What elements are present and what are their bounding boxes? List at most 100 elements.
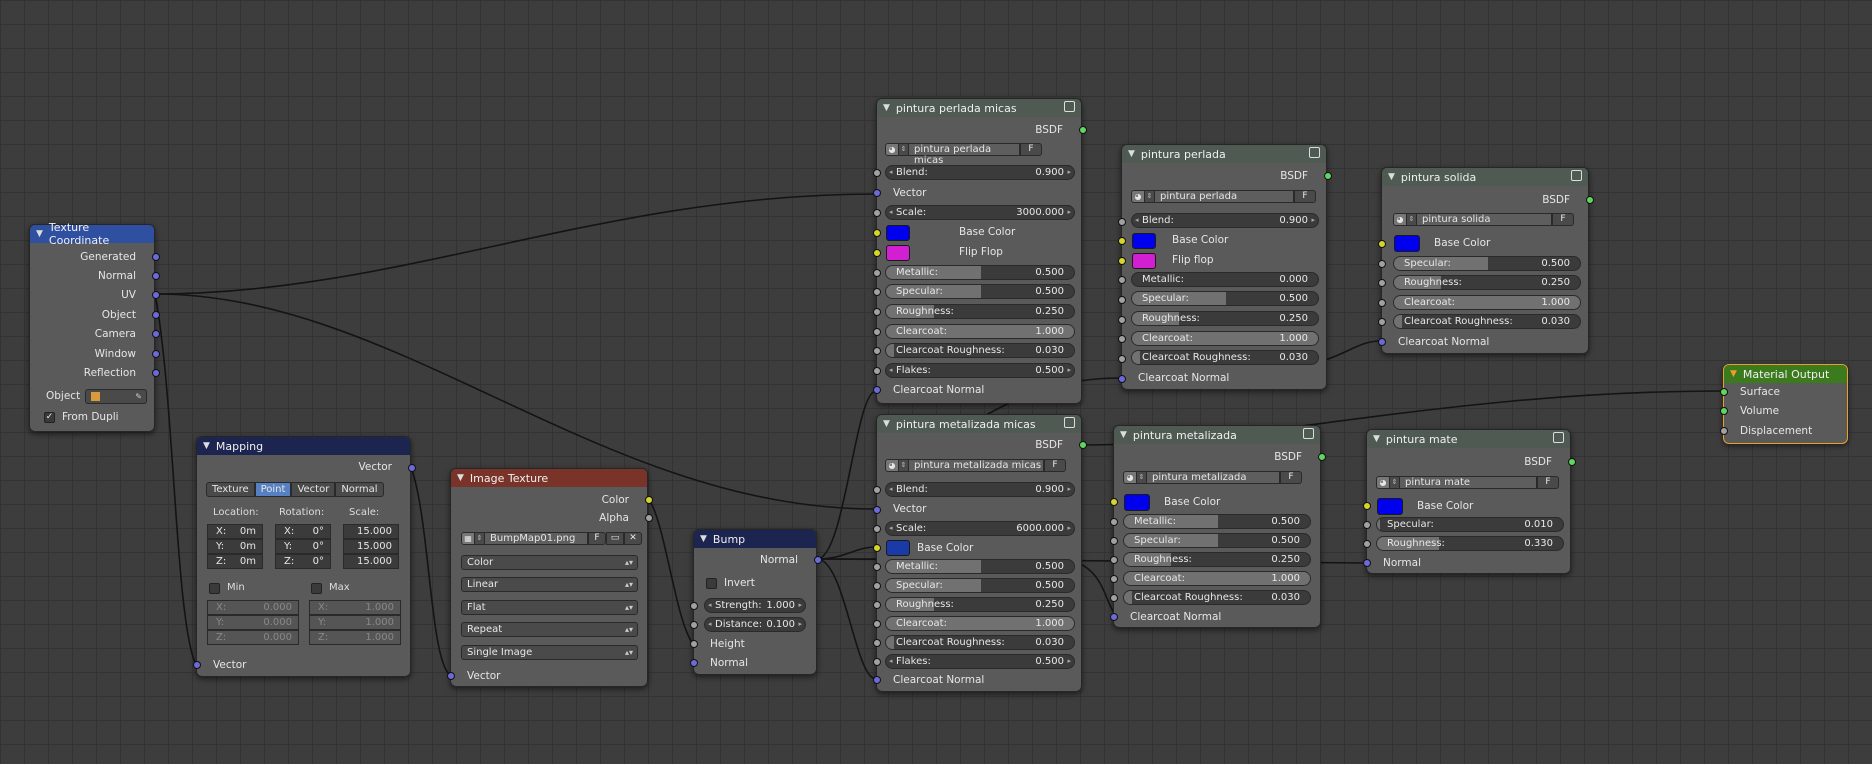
clearcoat-slider[interactable]: Clearcoat: 1.000 (1131, 331, 1319, 346)
browse-arrows-icon[interactable]: ⇕ (899, 143, 908, 156)
group-name[interactable]: pintura perlada micas (908, 143, 1020, 166)
socket-strength[interactable] (690, 602, 698, 610)
max-z[interactable]: Z: 1.000 (309, 630, 401, 645)
group-name[interactable]: pintura solida (1416, 213, 1552, 226)
socket-roughness[interactable] (873, 308, 881, 316)
fake-user-button[interactable]: F (1552, 213, 1574, 226)
socket-metallic[interactable] (873, 269, 881, 277)
node-tree-icon[interactable]: ◕ (885, 459, 899, 472)
node-header[interactable]: ▼ Texture Coordinate (30, 221, 154, 247)
collapse-icon[interactable]: ▼ (36, 229, 43, 239)
browse-arrows-icon[interactable]: ⇕ (899, 459, 908, 472)
socket-clearcoat-roughness[interactable] (873, 347, 881, 355)
socket-clearcoat-roughness[interactable] (1110, 594, 1118, 602)
flakes-slider[interactable]: ◂ Flakes: 0.500 ▸ (885, 654, 1075, 669)
group-selector[interactable]: ◕ ⇕ pintura mate F (1376, 476, 1559, 491)
fake-user-button[interactable]: F (1294, 190, 1316, 203)
source-select[interactable]: Single Image ▴▾ (461, 645, 638, 660)
node-pintura-solida[interactable]: ▼ pintura solida BSDF ◕ ⇕ pintura solida F B… (1378, 167, 1594, 354)
blend-slider[interactable]: ◂ Blend: 0.900 ▸ (1131, 213, 1319, 228)
socket-blend[interactable] (1118, 218, 1126, 226)
socket-bsdf[interactable] (1324, 172, 1332, 180)
socket-distance[interactable] (690, 621, 698, 629)
image-icon[interactable]: ▦ (461, 532, 475, 545)
socket-roughness[interactable] (1378, 279, 1386, 287)
socket-base-color[interactable] (1378, 240, 1386, 248)
specular-slider[interactable]: Specular: 0.500 (885, 284, 1075, 299)
socket-roughness[interactable] (873, 601, 881, 609)
clearcoat-slider[interactable]: Clearcoat: 1.000 (885, 616, 1075, 631)
base-color-swatch[interactable] (886, 540, 910, 556)
socket-metallic[interactable] (1110, 518, 1118, 526)
socket-roughness[interactable] (1110, 556, 1118, 564)
socket-flakes[interactable] (873, 658, 881, 666)
close-icon[interactable]: ✕ (624, 532, 642, 545)
min-x[interactable]: X: 0.000 (207, 600, 299, 615)
socket-displacement[interactable] (1720, 427, 1728, 435)
socket-flip-flop[interactable] (1118, 257, 1126, 265)
socket-clearcoat-normal[interactable] (873, 676, 881, 684)
image-name[interactable]: BumpMap01.png (484, 532, 588, 545)
socket-window[interactable] (152, 350, 160, 358)
socket-vector-in[interactable] (193, 661, 201, 669)
node-header[interactable]: ▼ pintura metalizada (1114, 426, 1320, 444)
group-selector[interactable]: ◕ ⇕ pintura solida F (1393, 213, 1574, 228)
socket-clearcoat-normal[interactable] (873, 386, 881, 394)
node-pintura-metalizada[interactable]: ▼ pintura metalizada BSDF ◕ ⇕ pintura metal… (1110, 425, 1326, 628)
socket-normal[interactable] (152, 272, 160, 280)
roughness-slider[interactable]: Roughness: 0.250 (885, 597, 1075, 612)
group-selector[interactable]: ◕ ⇕ pintura metalizada micas F (885, 459, 1066, 474)
metallic-slider[interactable]: Metallic: 0.500 (885, 559, 1075, 574)
node-mapping[interactable]: ▼ Mapping Vector Texture Point Vector Nor… (193, 436, 416, 677)
socket-clearcoat[interactable] (1118, 335, 1126, 343)
fake-user-button[interactable]: F (1044, 459, 1066, 472)
node-image-texture[interactable]: ▼ Image Texture Color Alpha ▦ ⇕ BumpMap01.… (447, 468, 653, 687)
node-tree-icon[interactable]: ◕ (1123, 471, 1137, 484)
socket-uv[interactable] (152, 291, 160, 299)
socket-clearcoat-roughness[interactable] (1378, 318, 1386, 326)
socket-base-color[interactable] (1363, 502, 1371, 510)
clearcoat-roughness-slider[interactable]: Clearcoat Roughness: 0.030 (1393, 314, 1581, 329)
specular-slider[interactable]: Specular: 0.500 (1131, 291, 1319, 306)
collapse-icon[interactable]: ▼ (883, 103, 890, 113)
socket-clearcoat-roughness[interactable] (873, 639, 881, 647)
clearcoat-roughness-slider[interactable]: Clearcoat Roughness: 0.030 (1123, 590, 1311, 605)
clearcoat-slider[interactable]: Clearcoat: 1.000 (885, 324, 1075, 339)
strength-slider[interactable]: ◂ Strength: 1.000 ▸ (704, 598, 806, 613)
max-checkbox[interactable] (311, 583, 322, 594)
image-selector[interactable]: ▦ ⇕ BumpMap01.png F ▭ ✕ (461, 532, 642, 547)
node-group-icon[interactable] (1303, 428, 1314, 439)
socket-normal-in[interactable] (690, 659, 698, 667)
socket-base-color[interactable] (873, 544, 881, 552)
min-y[interactable]: Y: 0.000 (207, 615, 299, 630)
clearcoat-slider[interactable]: Clearcoat: 1.000 (1123, 571, 1311, 586)
socket-clearcoat-normal[interactable] (1118, 375, 1126, 383)
collapse-icon[interactable]: ▼ (700, 534, 707, 544)
socket-specular[interactable] (873, 288, 881, 296)
tab-normal[interactable]: Normal (335, 482, 384, 497)
node-header[interactable]: ▼ Mapping (197, 437, 410, 455)
socket-volume[interactable] (1720, 407, 1728, 415)
socket-object[interactable] (152, 311, 160, 319)
clearcoat-roughness-slider[interactable]: Clearcoat Roughness: 0.030 (1131, 350, 1319, 365)
projection-select[interactable]: Flat ▴▾ (461, 600, 638, 615)
location-x[interactable]: X: 0m (207, 524, 263, 539)
node-header[interactable]: ▼ Material Output (1724, 365, 1847, 383)
blend-slider[interactable]: ◂ Blend: 0.900 ▸ (885, 165, 1075, 180)
base-color-swatch[interactable] (1124, 494, 1150, 511)
specular-slider[interactable]: Specular: 0.500 (885, 578, 1075, 593)
socket-base-color[interactable] (1110, 498, 1118, 506)
collapse-icon[interactable]: ▼ (203, 441, 210, 451)
socket-normal-out[interactable] (814, 556, 822, 564)
node-tree-icon[interactable]: ◕ (885, 143, 899, 156)
fake-user-button[interactable]: F (1020, 143, 1042, 156)
node-pintura-mate[interactable]: ▼ pintura mate BSDF ◕ ⇕ pintura mate F Base … (1363, 429, 1576, 574)
socket-specular[interactable] (1363, 521, 1371, 529)
group-name[interactable]: pintura mate (1399, 476, 1537, 489)
max-y[interactable]: Y: 1.000 (309, 615, 401, 630)
metallic-slider[interactable]: Metallic: 0.000 (1131, 272, 1319, 287)
group-name[interactable]: pintura metalizada (1146, 471, 1280, 484)
socket-specular[interactable] (1110, 537, 1118, 545)
browse-arrows-icon[interactable]: ⇕ (1390, 476, 1399, 489)
socket-height[interactable] (690, 640, 698, 648)
